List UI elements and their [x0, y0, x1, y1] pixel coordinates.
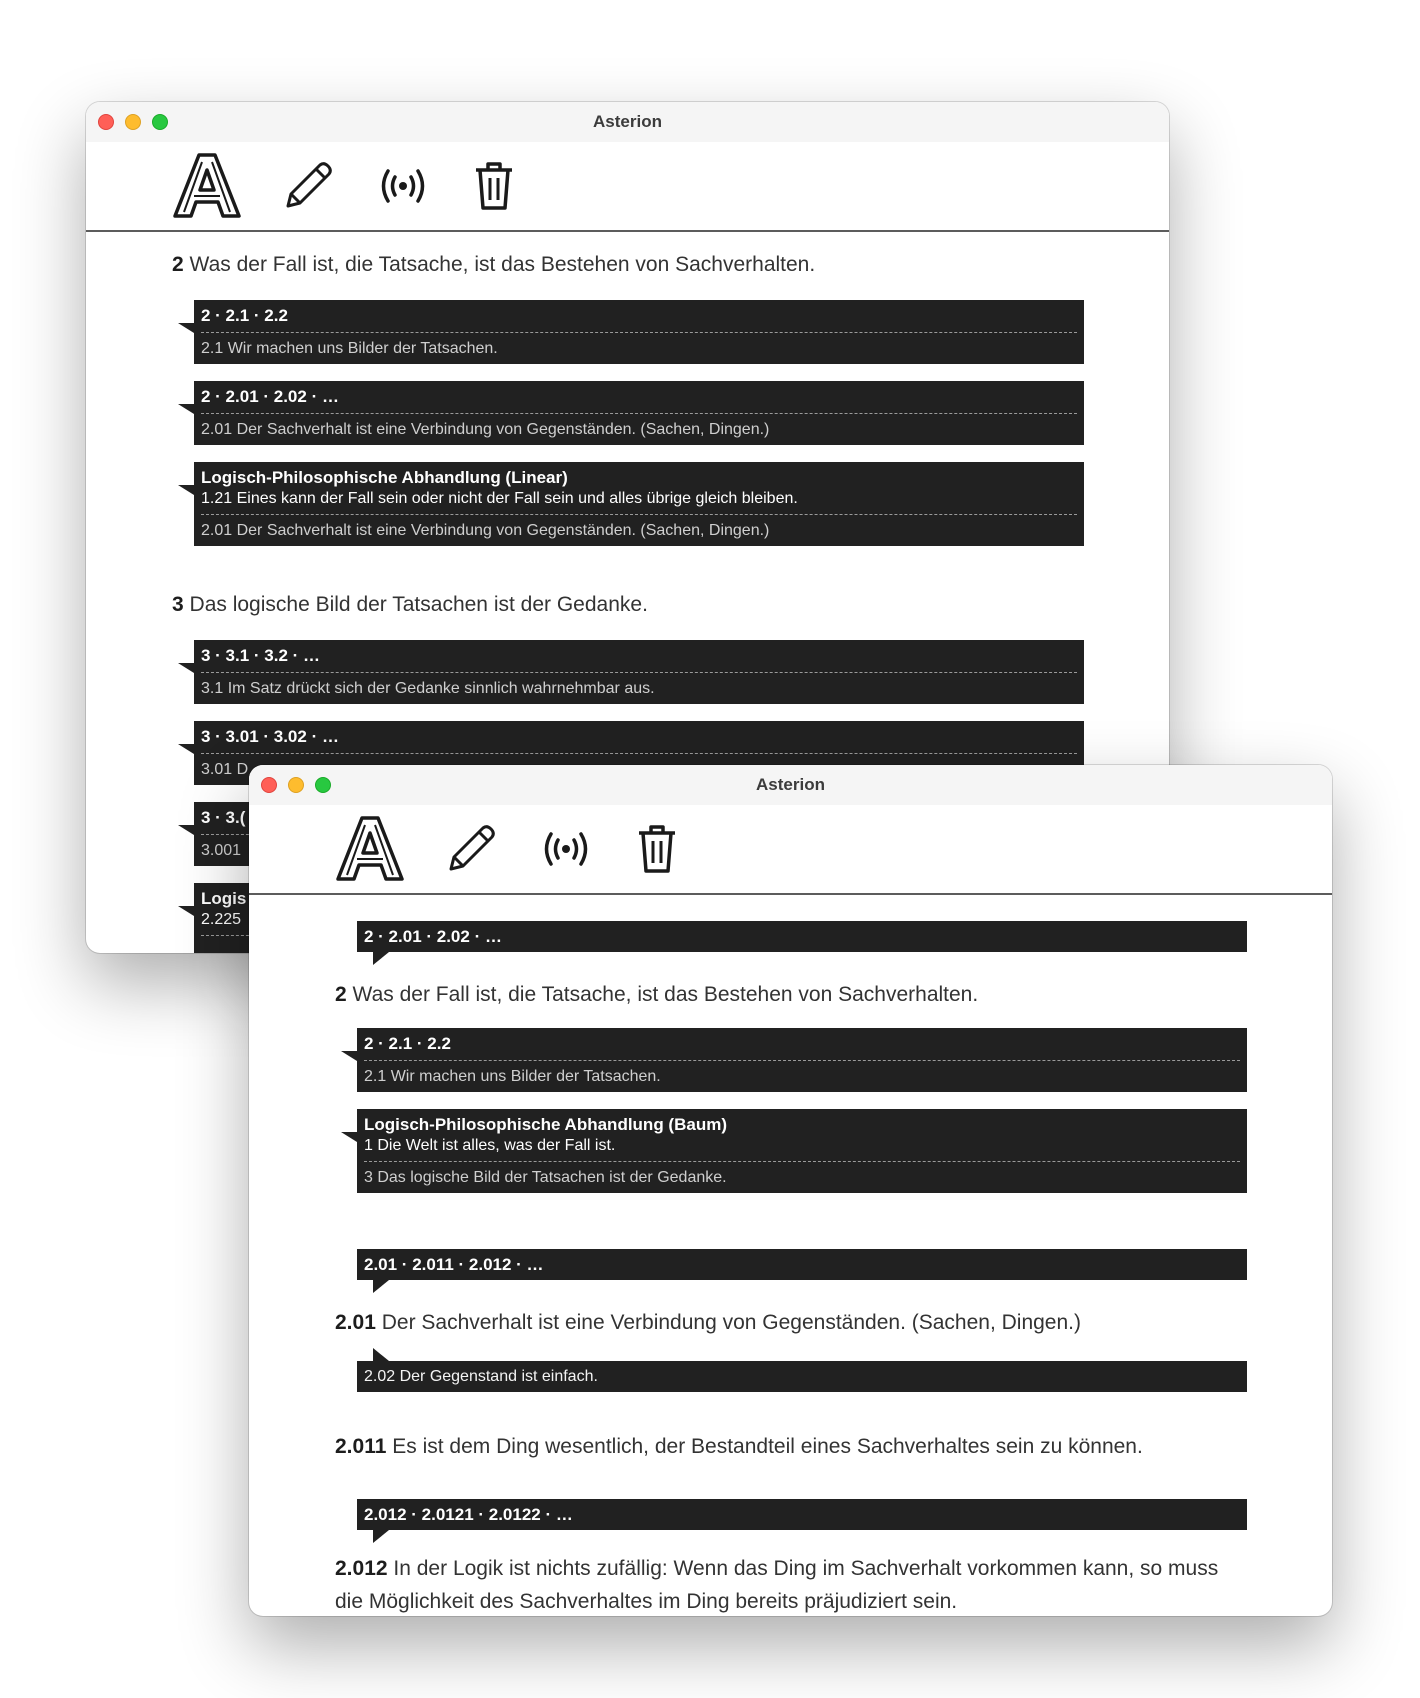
pencil-icon[interactable] [443, 809, 499, 889]
link-box[interactable]: 2 · 2.1 · 2.2 2.1 Wir machen uns Bilder … [178, 300, 1084, 364]
asterion-logo-icon[interactable] [335, 809, 405, 889]
link-box-line: 1 Die Welt ist alles, was der Fall ist. [364, 1137, 616, 1154]
zoom-window-button[interactable] [152, 114, 168, 130]
link-box-heading: 2 · 2.1 · 2.2 [201, 306, 288, 325]
title-bar[interactable]: Asterion [86, 102, 1169, 142]
link-box-heading: Logisch-Philosophische Abhandlung (Baum) [364, 1115, 727, 1134]
minimize-window-button[interactable] [288, 777, 304, 793]
tree-link-box[interactable]: Logisch-Philosophische Abhandlung (Baum)… [341, 1109, 1247, 1193]
toolbar [249, 805, 1332, 895]
proposition-2-01[interactable]: 2.01 Der Sachverhalt ist eine Verbindung… [335, 1306, 1246, 1339]
title-bar[interactable]: Asterion [249, 765, 1332, 805]
link-box-preview: 2.1 Wir machen uns Bilder der Tatsachen. [201, 332, 1077, 360]
next-link-box[interactable]: 2.02 Der Gegenstand ist einfach. [357, 1348, 1247, 1392]
document-content[interactable]: 2 · 2.01 · 2.02 · … 2 Was der Fall ist, … [249, 895, 1332, 1616]
pencil-icon[interactable] [280, 146, 336, 226]
link-box-heading: 2 · 2.1 · 2.2 [364, 1034, 451, 1053]
link-box-preview: 3 Das logische Bild der Tatsachen ist de… [364, 1161, 1240, 1189]
proposition-2-012[interactable]: 2.012 In der Logik ist nichts zufällig: … [335, 1552, 1246, 1616]
link-box-preview: 2.1 Wir machen uns Bilder der Tatsachen. [364, 1060, 1240, 1088]
link-box-heading: 2.01 · 2.011 · 2.012 · … [364, 1255, 544, 1274]
zoom-window-button[interactable] [315, 777, 331, 793]
link-box-heading: 2 · 2.01 · 2.02 · … [201, 387, 339, 406]
linear-link-box[interactable]: Logisch-Philosophische Abhandlung (Linea… [178, 462, 1084, 546]
toolbar [86, 142, 1169, 232]
window-title: Asterion [593, 112, 662, 131]
broadcast-icon[interactable] [374, 146, 432, 226]
proposition-3[interactable]: 3 Das logische Bild der Tatsachen ist de… [172, 588, 1083, 621]
link-box[interactable]: 3 · 3.1 · 3.2 · … 3.1 Im Satz drückt sic… [178, 640, 1084, 704]
proposition-2[interactable]: 2 Was der Fall ist, die Tatsache, ist da… [172, 248, 1083, 281]
link-box-heading: 3 · 3.1 · 3.2 · … [201, 646, 321, 665]
link-box-preview: 2.01 Der Sachverhalt ist eine Verbindung… [201, 514, 1077, 542]
close-window-button[interactable] [261, 777, 277, 793]
proposition-2[interactable]: 2 Was der Fall ist, die Tatsache, ist da… [335, 978, 1246, 1011]
link-box-heading: 2.012 · 2.0121 · 2.0122 · … [364, 1505, 573, 1524]
link-box[interactable]: 2 · 2.1 · 2.2 2.1 Wir machen uns Bilder … [341, 1028, 1247, 1092]
parent-link-box[interactable]: 2 · 2.01 · 2.02 · … [357, 921, 1247, 965]
trash-icon[interactable] [633, 809, 681, 889]
link-box-heading: 3 · 3.01 · 3.02 · … [201, 727, 339, 746]
link-box-preview: 3.1 Im Satz drückt sich der Gedanke sinn… [201, 672, 1077, 700]
proposition-2-011[interactable]: 2.011 Es ist dem Ding wesentlich, der Be… [335, 1430, 1246, 1463]
close-window-button[interactable] [98, 114, 114, 130]
link-box-preview: 2.01 Der Sachverhalt ist eine Verbindung… [201, 413, 1077, 441]
link-box-line: 1.21 Eines kann der Fall sein oder nicht… [201, 490, 798, 507]
trash-icon[interactable] [470, 146, 518, 226]
parent-link-box[interactable]: 2.012 · 2.0121 · 2.0122 · … [357, 1499, 1247, 1543]
broadcast-icon[interactable] [537, 809, 595, 889]
asterion-logo-icon[interactable] [172, 146, 242, 226]
app-window-front[interactable]: Asterion 2 · 2.01 · 2.02 · … 2 Was der F… [249, 765, 1332, 1616]
link-box-preview: 2.02 Der Gegenstand ist einfach. [364, 1368, 598, 1385]
link-box[interactable]: 2 · 2.01 · 2.02 · … 2.01 Der Sachverhalt… [178, 381, 1084, 445]
minimize-window-button[interactable] [125, 114, 141, 130]
link-box-heading: 2 · 2.01 · 2.02 · … [364, 927, 502, 946]
window-title: Asterion [756, 775, 825, 794]
parent-link-box[interactable]: 2.01 · 2.011 · 2.012 · … [357, 1249, 1247, 1293]
link-box-heading: Logisch-Philosophische Abhandlung (Linea… [201, 468, 568, 487]
